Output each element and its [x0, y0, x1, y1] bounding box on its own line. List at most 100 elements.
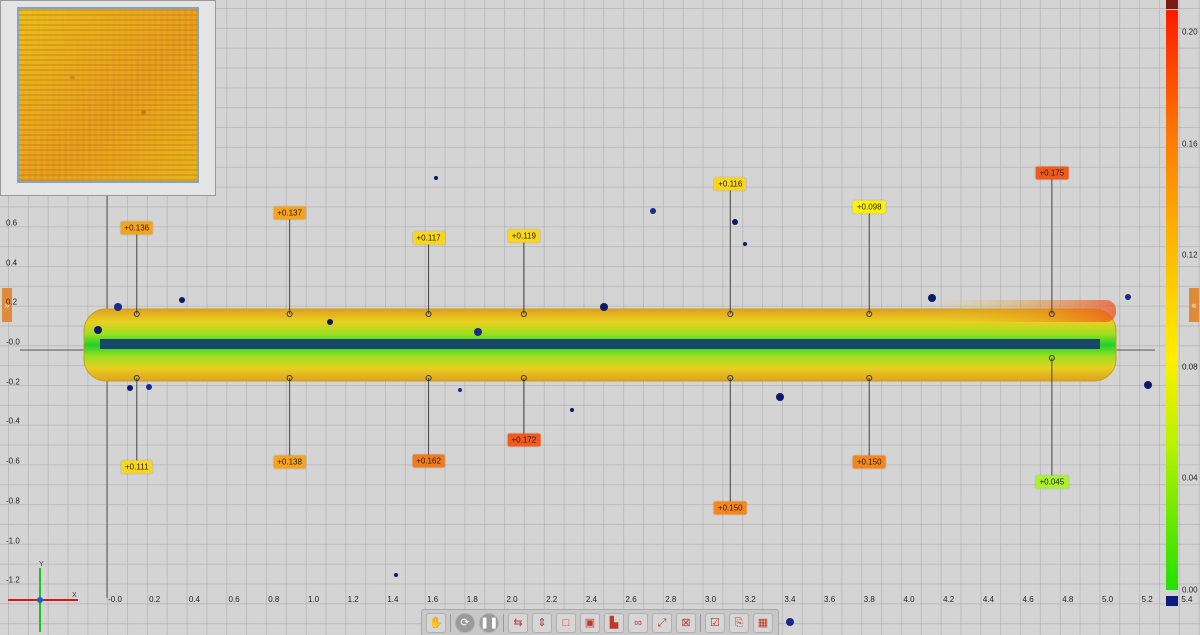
deviation-callout[interactable]: +0.119: [507, 229, 540, 243]
y-tick-label: -1.0: [6, 536, 20, 545]
x-tick-label: 2.8: [665, 595, 677, 604]
hand-icon[interactable]: ✋: [426, 612, 446, 633]
surface-void-spot: [94, 326, 102, 334]
x-tick-label: 0.4: [188, 595, 200, 604]
y-tick-label: -0.0: [6, 337, 20, 347]
y-tick-label: 0.2: [6, 297, 18, 307]
x-tick-label: 3.2: [744, 595, 756, 604]
screenshot-icon[interactable]: ▦: [753, 612, 773, 633]
deviation-callout[interactable]: +0.172: [507, 433, 541, 447]
toolbar-separator: [450, 613, 451, 632]
deviation-callout[interactable]: +0.111: [121, 460, 153, 474]
x-tick-label: 3.8: [863, 595, 875, 604]
deviation-callout[interactable]: +0.150: [852, 455, 886, 469]
rotate-icon[interactable]: ⟳: [455, 612, 475, 633]
y-tick-label: -0.6: [6, 456, 20, 466]
deviation-callout[interactable]: +0.138: [273, 455, 306, 469]
deviation-callout[interactable]: +0.116: [714, 177, 747, 191]
x-tick-label: 3.6: [824, 595, 836, 604]
surface-void-spot: [650, 208, 656, 214]
x-tick-label: 4.8: [1062, 595, 1074, 604]
surface-void-spot: [1125, 294, 1131, 300]
x-tick-label: 1.4: [387, 595, 399, 604]
surface-void-spot: [434, 176, 438, 180]
overview-thumbnail[interactable]: [0, 0, 216, 196]
x-tick-label: 4.4: [982, 595, 994, 604]
y-tick-label: -0.4: [6, 416, 20, 426]
x-tick-label: 1.8: [466, 595, 478, 604]
expand-icon[interactable]: ⤢: [652, 612, 672, 633]
surface-void-spot: [458, 388, 462, 392]
y-tick-label: 0.4: [6, 258, 18, 268]
report-icon[interactable]: ☑: [705, 612, 725, 633]
gizmo-origin: [37, 597, 43, 603]
x-tick-label: 1.0: [307, 595, 320, 604]
fit-icon[interactable]: ⊠: [676, 612, 696, 633]
region-icon[interactable]: ▣: [580, 612, 600, 633]
x-tick-label: 4.0: [903, 595, 915, 604]
box-icon[interactable]: □: [556, 612, 576, 633]
y-tick-label: -0.2: [6, 377, 20, 387]
colorbar-tick-label: 0.20: [1182, 27, 1198, 37]
deviation-callout[interactable]: +0.117: [412, 231, 445, 245]
colorbar-tick-label: 0.12: [1182, 250, 1198, 260]
colorbar-over-swatch: [1166, 0, 1178, 9]
surface-void-spot: [146, 384, 152, 390]
surface-void-spot: [786, 618, 794, 626]
colorbar-tick-label: 0.00: [1182, 585, 1198, 595]
right-panel-expand-button[interactable]: «: [1189, 288, 1199, 322]
deviation-callout[interactable]: +0.045: [1035, 475, 1069, 489]
surface-void-spot: [743, 242, 747, 246]
overview-heatmap-image: [19, 9, 197, 181]
surface-void-spot: [1144, 381, 1152, 389]
link-icon[interactable]: ∞: [628, 612, 648, 633]
deviation-callout[interactable]: +0.098: [852, 200, 886, 214]
colorbar-tick-label: 0.04: [1182, 473, 1198, 483]
x-tick-label: 0.6: [228, 595, 240, 604]
x-tick-label: 2.2: [546, 595, 558, 604]
colorbar-tick-label: 0.16: [1182, 139, 1198, 149]
bottom-toolbar: ✋ ⟳ ❚❚ ⇆ ⇕ □ ▣ ▙ ∞ ⤢ ⊠ ☑ ⎘ ▦: [421, 609, 779, 635]
colorbar-under-swatch: [1166, 596, 1178, 606]
surface-void-spot: [127, 385, 133, 391]
surface-void-spot: [394, 573, 398, 577]
deviation-callout[interactable]: +0.137: [273, 206, 306, 220]
surface-void-spot: [732, 219, 738, 225]
chart-icon[interactable]: ▙: [604, 612, 624, 633]
scan-centerline: [100, 339, 1100, 349]
x-tick-label: 2.6: [625, 595, 637, 604]
x-tick-label: 2.4: [585, 595, 597, 604]
surface-void-spot: [570, 408, 574, 412]
surface-void-spot: [474, 328, 482, 336]
surface-void-spot: [600, 303, 608, 311]
align-icon[interactable]: ⇕: [532, 612, 552, 633]
deviation-callout[interactable]: +0.136: [120, 221, 154, 235]
toolbar-separator: [700, 613, 701, 632]
x-tick-label: 5.2: [1141, 595, 1153, 604]
x-tick-label: 3.0: [704, 595, 717, 604]
gizmo-x-label: X: [72, 592, 77, 599]
pause-icon[interactable]: ❚❚: [479, 612, 499, 633]
export-icon[interactable]: ⎘: [729, 612, 749, 633]
deviation-callout[interactable]: +0.175: [1035, 166, 1069, 180]
y-tick-label: -0.8: [6, 496, 20, 506]
toolbar-separator: [503, 613, 504, 632]
deviation-callout[interactable]: +0.162: [412, 454, 445, 468]
x-tick-label: 2.0: [506, 595, 518, 604]
gizmo-y-label: Y: [39, 561, 44, 568]
x-tick-label: 5.4: [1181, 595, 1193, 604]
measure-icon[interactable]: ⇆: [508, 612, 528, 633]
deviation-callout[interactable]: +0.150: [713, 501, 747, 515]
x-tick-label: -0.0: [108, 595, 122, 604]
x-tick-label: 1.2: [347, 595, 359, 604]
x-tick-label: 4.6: [1022, 595, 1034, 604]
y-tick-label: -1.2: [6, 575, 20, 585]
surface-void-spot: [114, 303, 122, 311]
scan-bead-hot-end: [930, 300, 1116, 322]
x-tick-label: 3.4: [784, 595, 796, 604]
x-tick-label: 0.2: [149, 595, 161, 604]
surface-void-spot: [776, 393, 784, 401]
x-tick-label: 5.0: [1101, 595, 1114, 604]
x-tick-label: 4.2: [943, 595, 955, 604]
x-tick-label: 1.6: [427, 595, 439, 604]
